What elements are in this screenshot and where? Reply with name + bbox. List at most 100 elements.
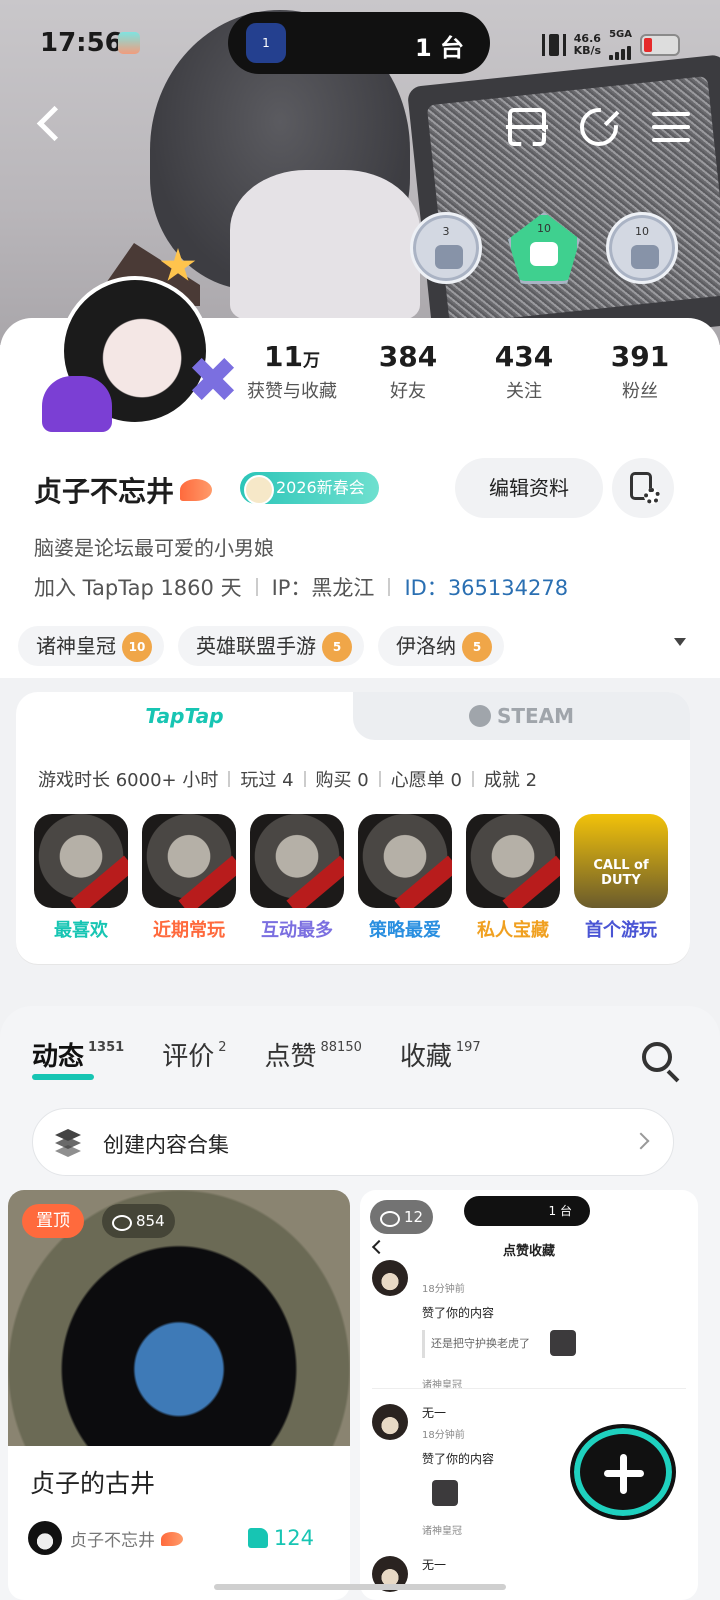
like-button[interactable]: 124 xyxy=(247,1520,314,1556)
ghost-icon xyxy=(42,376,112,432)
profile-meta: 加入 TapTap 1860 天 IP：黑龙江 ID：365134278 xyxy=(34,572,568,602)
post-screenshot-title: 点赞收藏 xyxy=(502,1244,555,1259)
game-tile[interactable]: 最喜欢 xyxy=(34,814,128,942)
badge-1[interactable]: 3 xyxy=(410,212,482,284)
post-card[interactable]: 置顶 854 贞子的古井 贞子不忘井 124 xyxy=(8,1190,350,1600)
dynamic-island[interactable]: 1 1 台 xyxy=(228,12,490,74)
edit-profile-button[interactable]: 编辑资料 xyxy=(455,458,603,518)
game-chip[interactable]: 英雄联盟手游 5 xyxy=(178,626,364,666)
game-chip[interactable]: 诸神皇冠 10 xyxy=(18,626,164,666)
top-actions xyxy=(506,106,692,148)
stat-following[interactable]: 434 关注 xyxy=(468,340,580,403)
game-tile[interactable]: 互动最多 xyxy=(250,814,344,942)
share-icon[interactable] xyxy=(578,106,620,148)
tab-reviews[interactable]: 评价 2 xyxy=(162,1036,226,1073)
badge-3[interactable]: 10 xyxy=(606,212,678,284)
chevron-right-icon xyxy=(632,1132,650,1150)
game-icon: CALL of DUTY xyxy=(574,814,668,908)
post-card[interactable]: 1 台 12 点赞收藏 18分钟前 赞了你的内容 还是把守护换老虎了 诸神皇冠 … xyxy=(360,1190,698,1600)
level-badge-icon: 5 xyxy=(322,632,352,662)
game-tiles: 最喜欢 近期常玩 互动最多 策略最爱 私人宝藏 CALL of DUTY 首个游玩 xyxy=(34,814,668,942)
level-badge-icon: 5 xyxy=(462,632,492,662)
platform-tabs: TapTap STEAM xyxy=(16,692,690,740)
game-tile-label: 私人宝藏 xyxy=(477,920,549,941)
create-collection-button[interactable]: 创建内容合集 xyxy=(32,1108,674,1176)
gear-icon xyxy=(644,488,660,504)
home-indicator[interactable] xyxy=(214,1584,506,1590)
tab-favorites[interactable]: 收藏 197 xyxy=(400,1036,481,1073)
achievement-badges: 3 10 10 xyxy=(410,212,678,284)
profile-stats: 11万 获赞与收藏 384 好友 434 关注 391 粉丝 xyxy=(236,340,696,403)
profile-settings-button[interactable] xyxy=(612,458,674,518)
event-badge[interactable]: 2026新春会 xyxy=(240,472,379,505)
stat-likes[interactable]: 11万 获赞与收藏 xyxy=(236,340,348,403)
status-time: 17:56 xyxy=(40,28,123,58)
pinned-badge: 置顶 xyxy=(22,1204,84,1238)
ip-location: IP：黑龙江 xyxy=(271,576,375,600)
tab-steam[interactable]: STEAM xyxy=(353,692,690,740)
game-tile-label: 策略最爱 xyxy=(369,920,441,941)
tab-likes[interactable]: 点赞 88150 xyxy=(265,1036,362,1073)
user-id[interactable]: ID：365134278 xyxy=(404,572,568,602)
game-tile[interactable]: CALL of DUTY 首个游玩 xyxy=(574,814,668,942)
author-name[interactable]: 贞子不忘井 xyxy=(70,1526,183,1551)
platform-stats: 游戏时长 6000+ 小时 玩过 4 购买 0 心愿单 0 成就 2 xyxy=(38,770,538,791)
post-title: 贞子的古井 xyxy=(30,1469,156,1498)
joined-days: 加入 TapTap 1860 天 xyxy=(34,576,242,600)
game-tile[interactable]: 策略最爱 xyxy=(358,814,452,942)
tab-taptap[interactable]: TapTap xyxy=(16,692,353,740)
back-button[interactable] xyxy=(30,102,70,148)
chevron-down-icon[interactable] xyxy=(674,638,686,646)
game-tile-label: 首个游玩 xyxy=(585,920,657,941)
scan-icon[interactable] xyxy=(506,106,548,148)
avatar[interactable] xyxy=(28,1521,62,1555)
game-chips: 诸神皇冠 10 英雄联盟手游 5 伊洛纳 5 xyxy=(18,626,708,666)
game-chip[interactable]: 伊洛纳 5 xyxy=(378,626,504,666)
stat-friends[interactable]: 384 好友 xyxy=(352,340,464,403)
game-icon xyxy=(34,814,128,908)
net-speed: 46.6 KB/s xyxy=(573,32,602,57)
level-badge-icon: 10 xyxy=(122,632,152,662)
avatar[interactable] xyxy=(30,236,230,446)
game-tile-label: 互动最多 xyxy=(261,920,333,941)
badge-2[interactable]: 10 xyxy=(508,212,580,284)
nickname: 贞子不忘井 xyxy=(34,470,213,510)
content-tabs: 动态 1351 评价 2 点赞 88150 收藏 197 xyxy=(32,1036,519,1080)
battery-icon xyxy=(640,34,680,56)
menu-icon[interactable] xyxy=(650,106,692,148)
shrimp-icon xyxy=(161,1531,183,1546)
avatar xyxy=(372,1260,408,1296)
game-icon xyxy=(358,814,452,908)
broadcast-icon: 1 xyxy=(246,23,286,63)
steam-icon xyxy=(468,705,491,727)
tab-posts[interactable]: 动态 1351 xyxy=(32,1036,124,1080)
game-tile[interactable]: 近期常玩 xyxy=(142,814,236,942)
game-icon xyxy=(142,814,236,908)
thumb-badge-icon xyxy=(530,242,558,266)
status-icons: 46.6 KB/s 5GA xyxy=(541,30,680,60)
post-screenshot-island: 1 台 xyxy=(464,1196,590,1226)
notification-app-icon xyxy=(118,32,140,54)
thumb-badge-icon xyxy=(435,245,463,269)
stat-followers[interactable]: 391 粉丝 xyxy=(584,340,696,403)
create-post-button[interactable] xyxy=(570,1424,676,1520)
thumb-up-icon xyxy=(247,1528,268,1548)
island-text: 1 台 xyxy=(414,34,464,62)
banner-art-figure xyxy=(230,170,420,320)
thumbnail xyxy=(432,1480,458,1506)
signal-icon: 5GA xyxy=(609,30,632,60)
game-tile[interactable]: 私人宝藏 xyxy=(466,814,560,942)
divider xyxy=(372,1388,686,1389)
game-tile-label: 近期常玩 xyxy=(153,920,225,941)
layers-icon xyxy=(53,1127,83,1157)
bio: 脑婆是论坛最可爱的小男娘 xyxy=(34,536,274,560)
game-icon xyxy=(250,814,344,908)
gamepad-badge-icon xyxy=(631,245,659,269)
platform-card: TapTap STEAM 游戏时长 6000+ 小时 玩过 4 购买 0 心愿单… xyxy=(16,692,690,964)
shrimp-icon xyxy=(180,479,213,501)
thumbnail xyxy=(550,1330,576,1356)
search-icon[interactable] xyxy=(642,1042,672,1072)
post-author-row: 贞子不忘井 124 xyxy=(28,1520,338,1556)
vibrate-icon xyxy=(541,34,566,56)
game-icon xyxy=(466,814,560,908)
